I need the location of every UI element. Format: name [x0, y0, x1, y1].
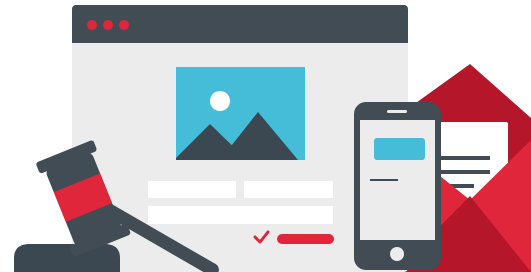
window-dot-3 — [119, 20, 129, 30]
window-dot-1 — [87, 20, 97, 30]
smartphone-icon — [354, 102, 441, 270]
submit-button[interactable] — [277, 234, 334, 244]
legal-web-form-illustration — [0, 0, 531, 272]
form-field-wide[interactable] — [148, 206, 333, 224]
window-dot-2 — [103, 20, 113, 30]
image-sun — [210, 91, 230, 111]
illustration-canvas — [14, 5, 531, 272]
phone-text-line — [370, 179, 398, 181]
phone-earpiece — [387, 110, 407, 113]
form-field-first[interactable] — [148, 181, 236, 198]
image-placeholder-icon — [176, 67, 305, 160]
gavel-sound-block — [14, 244, 120, 272]
form-field-second[interactable] — [244, 181, 333, 198]
phone-message-bubble — [374, 138, 425, 160]
phone-home-button[interactable] — [390, 247, 404, 261]
